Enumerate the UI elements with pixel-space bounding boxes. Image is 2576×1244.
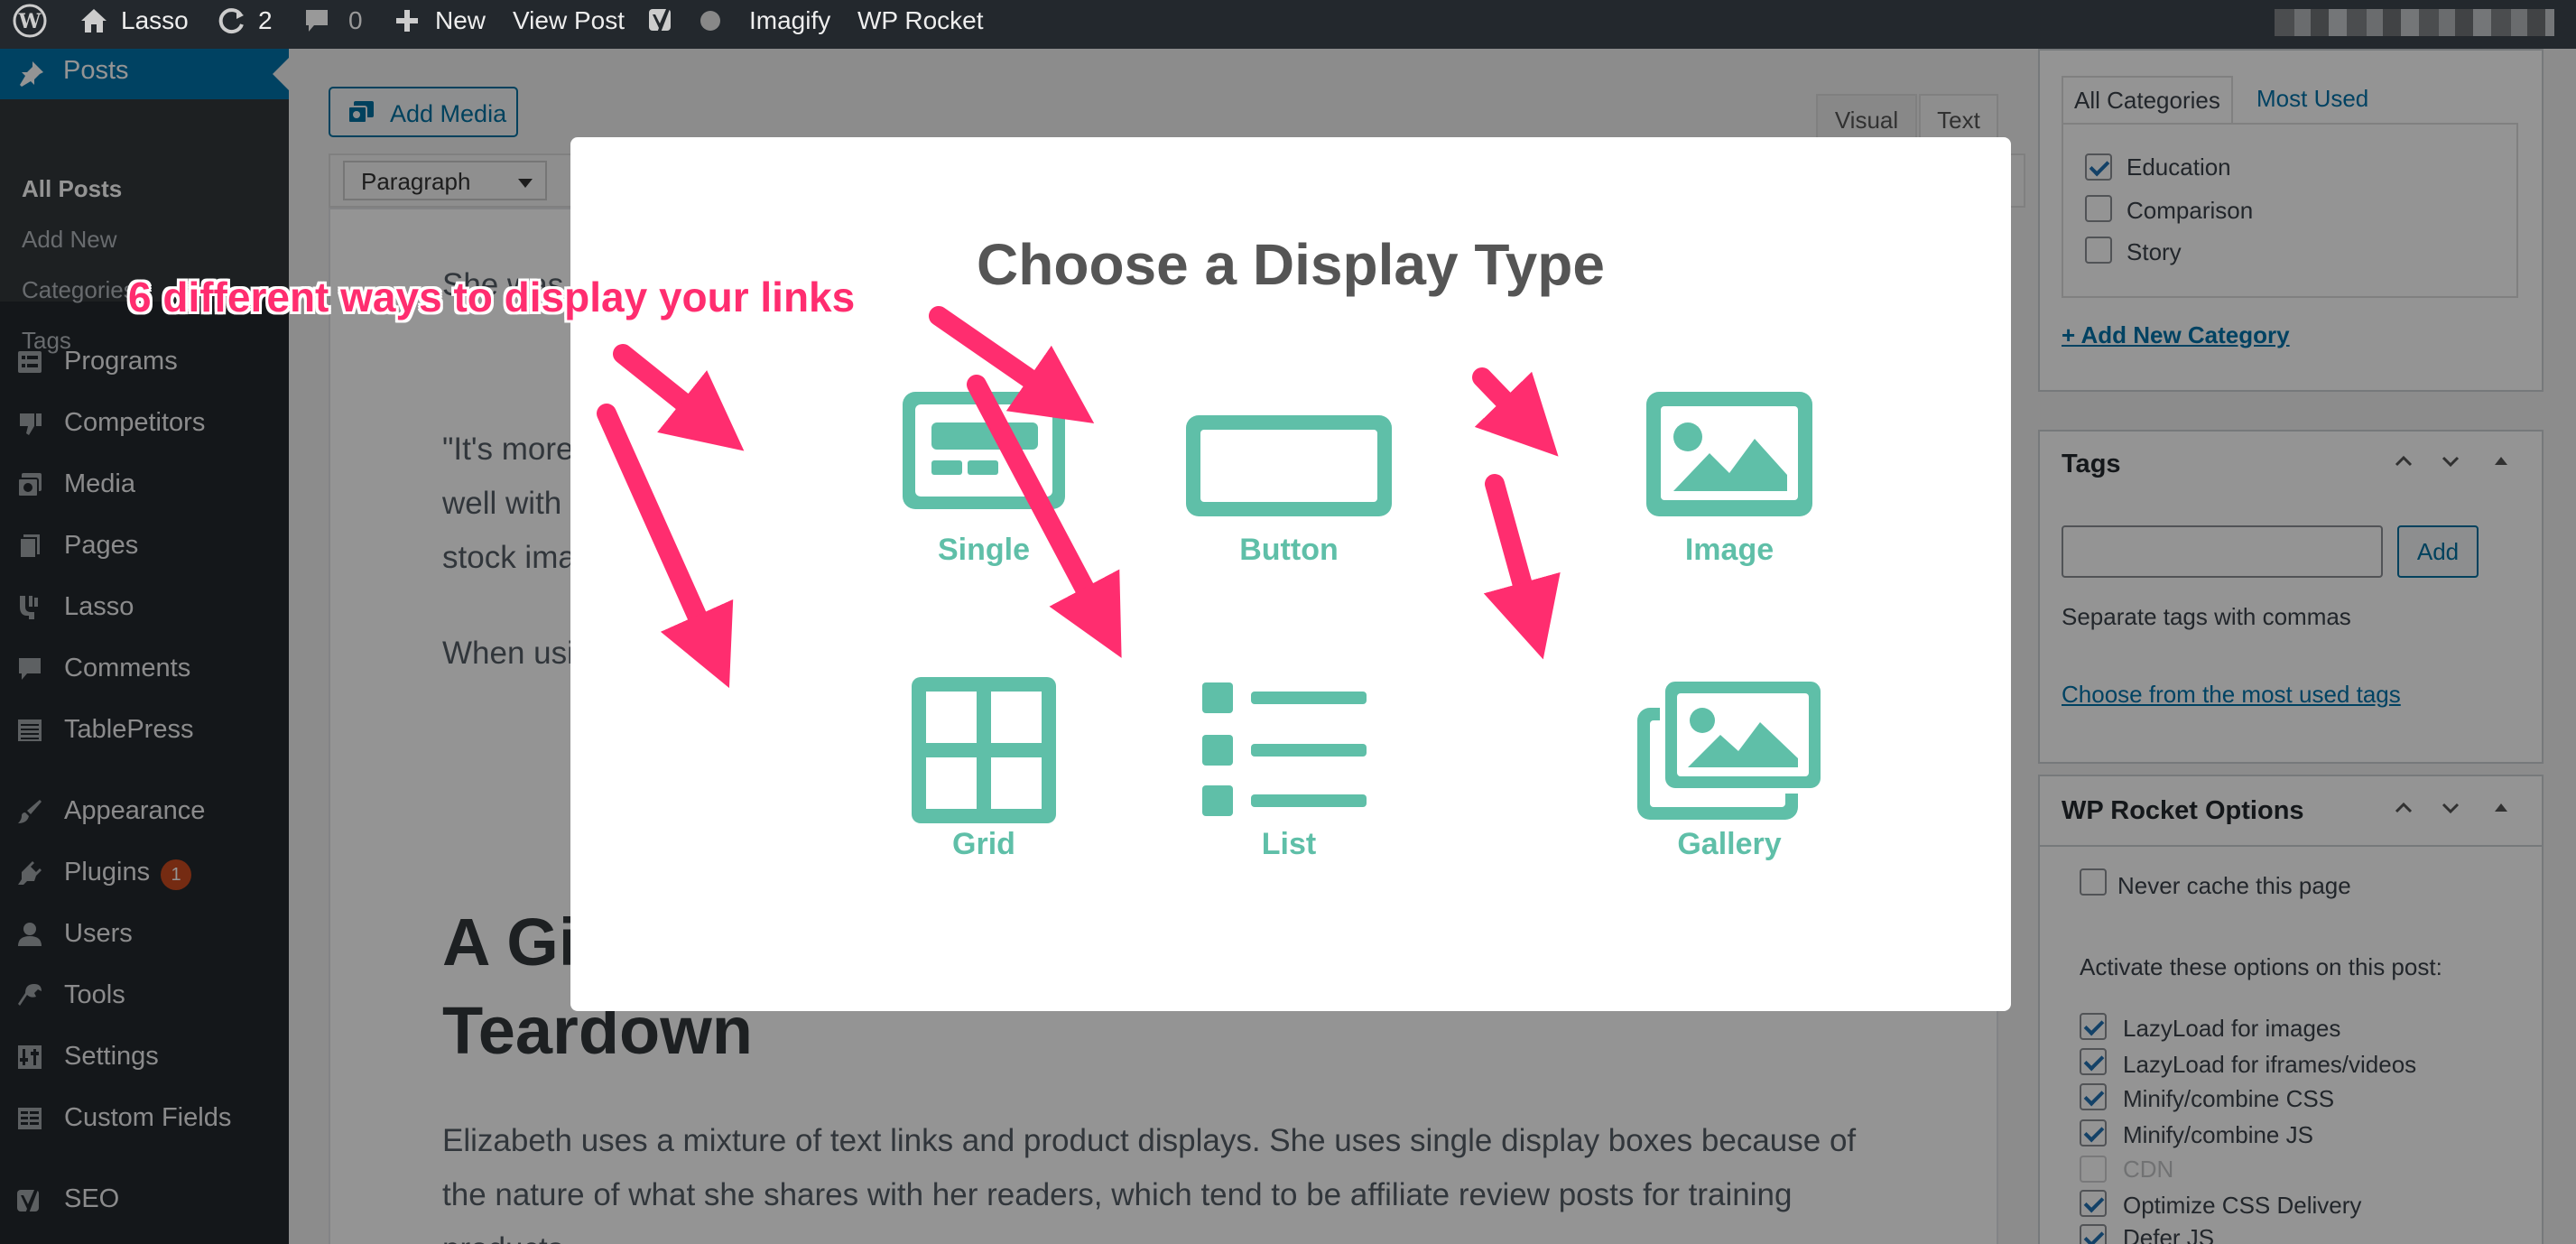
yoast-icon[interactable] bbox=[648, 0, 684, 49]
display-option-button[interactable]: Button bbox=[1154, 381, 1424, 652]
button-display-icon bbox=[1186, 415, 1392, 516]
single-display-icon bbox=[903, 392, 1065, 509]
site-name-link[interactable]: Lasso bbox=[79, 0, 206, 49]
gallery-display-icon bbox=[1637, 676, 1826, 820]
option-label: Button bbox=[1239, 533, 1339, 567]
annotation-caption: 6 different ways to display your links bbox=[128, 274, 856, 320]
home-icon bbox=[81, 9, 107, 32]
admin-bar: W Lasso 2 0 New View Post Imagify WP Roc… bbox=[0, 0, 2576, 49]
display-option-single[interactable]: Single bbox=[848, 381, 1119, 652]
new-content-link[interactable]: New bbox=[395, 0, 495, 49]
refresh-icon bbox=[218, 8, 244, 34]
wp-rocket-link[interactable]: WP Rocket bbox=[857, 0, 984, 49]
grid-display-icon bbox=[912, 677, 1056, 823]
display-option-image[interactable]: Image bbox=[1594, 381, 1865, 652]
seo-status-dot-icon bbox=[699, 0, 726, 49]
display-option-grid[interactable]: Grid bbox=[848, 670, 1119, 941]
option-label: Grid bbox=[952, 827, 1015, 861]
user-account-avatar[interactable] bbox=[2275, 9, 2554, 36]
list-display-icon bbox=[1202, 682, 1367, 816]
display-option-gallery[interactable]: Gallery bbox=[1594, 670, 1865, 941]
plus-icon bbox=[396, 10, 418, 32]
comment-bubble-icon bbox=[306, 10, 328, 32]
imagify-link[interactable]: Imagify bbox=[749, 0, 830, 49]
updates-link[interactable]: 2 bbox=[217, 0, 280, 49]
comments-link[interactable]: 0 bbox=[303, 0, 366, 49]
svg-text:W: W bbox=[18, 10, 42, 33]
view-post-link[interactable]: View Post bbox=[513, 0, 625, 49]
option-label: Image bbox=[1684, 533, 1774, 567]
display-type-modal: Choose a Display Type Single Button Imag… bbox=[570, 137, 2011, 1011]
option-label: List bbox=[1261, 827, 1317, 861]
wordpress-logo-icon[interactable]: W bbox=[13, 0, 49, 49]
option-label: Single bbox=[937, 533, 1031, 567]
display-option-list[interactable]: List bbox=[1154, 670, 1424, 941]
image-display-icon bbox=[1646, 392, 1812, 516]
option-label: Gallery bbox=[1677, 827, 1782, 861]
